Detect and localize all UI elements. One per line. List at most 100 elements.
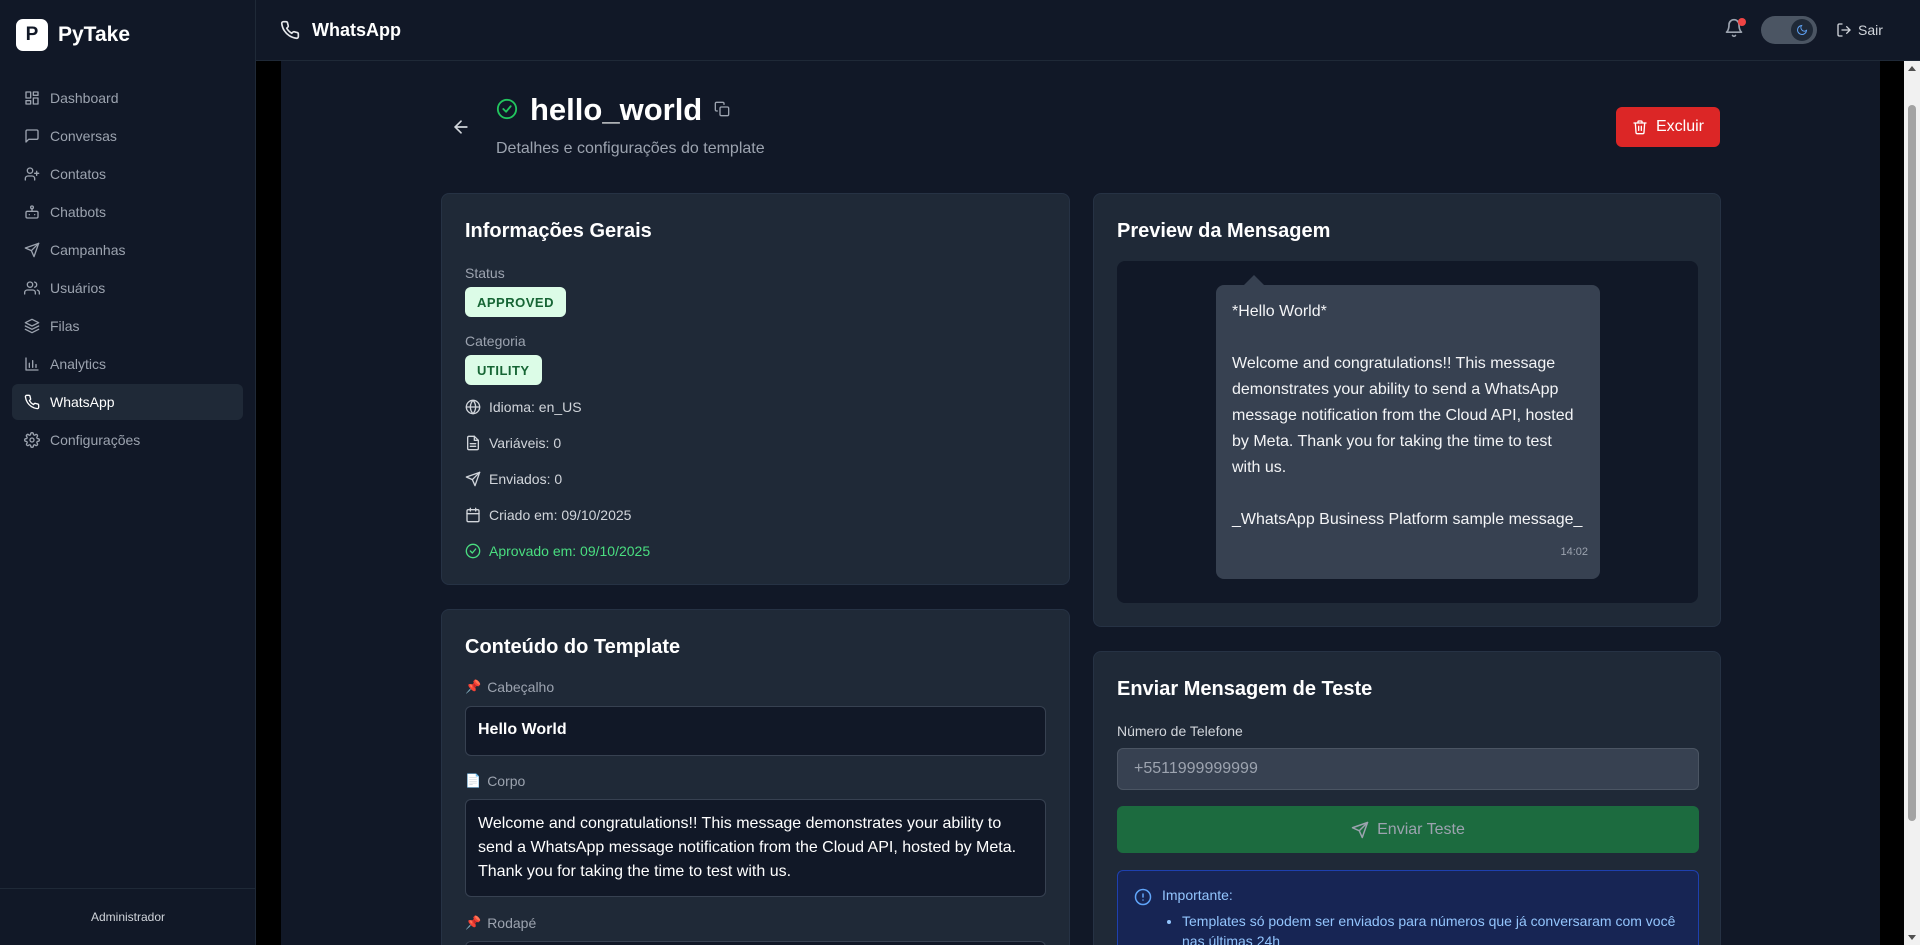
phone-input[interactable]: [1117, 748, 1699, 790]
send-icon: [1351, 821, 1369, 838]
sidebar-item-dashboard[interactable]: Dashboard: [12, 80, 243, 116]
card-title: Conteúdo do Template: [465, 636, 681, 658]
document-icon: 📄: [465, 773, 482, 788]
bubble-line: Welcome and congratulations!! This messa…: [1232, 355, 1574, 476]
back-button[interactable]: [451, 117, 471, 137]
arrow-left-icon: [454, 120, 468, 134]
delete-button[interactable]: Excluir: [1616, 107, 1720, 147]
send-test-card: Enviar Mensagem de Teste Número de Telef…: [1093, 651, 1721, 945]
variables-text: Variáveis: 0: [489, 435, 562, 451]
scroll-down-arrow[interactable]: [1908, 935, 1916, 940]
sidebar-item-chatbots[interactable]: Chatbots: [12, 194, 243, 230]
sidebar-item-label: WhatsApp: [50, 394, 115, 410]
body-value: Welcome and congratulations!! This messa…: [465, 799, 1046, 897]
notice-item: Templates só podem ser enviados para núm…: [1182, 911, 1682, 945]
page-subtitle: Detalhes e configurações do template: [496, 140, 765, 157]
sidebar-item-label: Conversas: [50, 128, 117, 144]
logout-button[interactable]: Sair: [1836, 0, 1883, 60]
check-circle-icon: [465, 543, 481, 559]
general-info-card: Informações Gerais Status APPROVED Categ…: [441, 193, 1070, 585]
content-edge-right: [1880, 61, 1904, 945]
message-preview-card: Preview da Mensagem *Hello World* Welcom…: [1093, 193, 1721, 627]
phone-icon: [24, 394, 40, 410]
users-icon: [24, 281, 40, 295]
approved-info: Aprovado em: 09/10/2025: [465, 543, 650, 559]
theme-toggle[interactable]: [1761, 16, 1817, 44]
sidebar-item-conversas[interactable]: Conversas: [12, 118, 243, 154]
category-label: Categoria: [465, 333, 526, 349]
bubble-line: [1232, 481, 1584, 507]
notice-list: Templates só podem ser enviados para núm…: [1162, 911, 1682, 945]
body-label-text: Corpo: [487, 773, 526, 789]
user-plus-icon: [24, 167, 40, 181]
preview-chat-area: *Hello World* Welcome and congratulation…: [1117, 261, 1698, 603]
moon-icon: [1791, 19, 1813, 41]
footer-section-label: 📌 Rodapé: [465, 915, 536, 931]
bubble-line: [1232, 325, 1584, 351]
sidebar-item-contatos[interactable]: Contatos: [12, 156, 243, 192]
brand-name: PyTake: [58, 23, 130, 46]
sidebar-item-whatsapp[interactable]: WhatsApp: [12, 384, 243, 420]
calendar-icon: [466, 507, 480, 523]
settings-icon: [24, 432, 40, 448]
topbar-title-text: WhatsApp: [312, 19, 401, 40]
sent-info: Enviados: 0: [465, 471, 562, 487]
send-test-button[interactable]: Enviar Teste: [1117, 806, 1699, 853]
scroll-up-arrow[interactable]: [1908, 66, 1916, 71]
topbar: WhatsApp Sair: [256, 0, 1920, 61]
layers-icon: [24, 318, 40, 334]
sidebar-item-label: Contatos: [50, 166, 107, 182]
sidebar-nav: Dashboard Conversas Contatos Chatbots Ca…: [0, 70, 255, 470]
variables-info: Variáveis: 0: [465, 435, 561, 451]
sidebar-item-usuarios[interactable]: Usuários: [12, 270, 243, 306]
language-text: Idioma: en_US: [489, 399, 582, 415]
send-test-label: Enviar Teste: [1377, 820, 1465, 838]
alert-circle-icon: [1134, 888, 1152, 909]
sidebar-item-label: Usuários: [50, 280, 106, 296]
sidebar-item-label: Campanhas: [50, 242, 126, 258]
globe-icon: [465, 399, 481, 415]
sidebar-item-campanhas[interactable]: Campanhas: [12, 232, 243, 268]
message-square-icon: [25, 129, 39, 143]
message-time: 14:02: [1560, 546, 1588, 558]
content-edge-left: [256, 61, 281, 945]
sidebar-item-filas[interactable]: Filas: [12, 308, 243, 344]
copy-icon[interactable]: [714, 101, 730, 120]
template-content-card: Conteúdo do Template 📌 Cabeçalho Hello W…: [441, 609, 1070, 945]
status-badge: APPROVED: [465, 287, 566, 317]
brand[interactable]: P PyTake: [0, 0, 255, 70]
trash-icon: [1633, 120, 1647, 135]
check-circle-icon: [496, 98, 518, 123]
approved-text: Aprovado em: 09/10/2025: [489, 543, 651, 559]
card-title: Preview da Mensagem: [1117, 220, 1331, 242]
card-title: Informações Gerais: [465, 220, 652, 242]
scrollbar[interactable]: [1904, 61, 1920, 945]
phone-icon: [280, 20, 300, 40]
sidebar-item-configuracoes[interactable]: Configurações: [12, 422, 243, 458]
sidebar-item-label: Dashboard: [50, 90, 119, 106]
bubble-line: _WhatsApp Business Platform sample messa…: [1232, 511, 1583, 528]
sidebar-user[interactable]: Administrador: [0, 888, 256, 945]
status-label: Status: [465, 265, 505, 281]
card-title: Enviar Mensagem de Teste: [1117, 678, 1373, 700]
sidebar-item-analytics[interactable]: Analytics: [12, 346, 243, 382]
scrollbar-thumb[interactable]: [1908, 105, 1916, 821]
notification-dot: [1738, 18, 1746, 26]
message-bubble: *Hello World* Welcome and congratulation…: [1216, 285, 1600, 579]
created-text: Criado em: 09/10/2025: [489, 507, 632, 523]
notifications-button[interactable]: [1724, 18, 1748, 42]
sidebar-item-label: Analytics: [50, 356, 107, 372]
brand-logo: P: [16, 19, 48, 51]
delete-label: Excluir: [1655, 118, 1704, 135]
created-info: Criado em: 09/10/2025: [465, 507, 631, 523]
pin-icon: 📌: [465, 915, 482, 930]
bar-chart-icon: [25, 357, 39, 371]
page-title: hello_world: [530, 92, 703, 127]
logout-label: Sair: [1858, 22, 1883, 38]
phone-label: Número de Telefone: [1117, 723, 1243, 739]
important-notice: Importante: Templates só podem ser envia…: [1117, 870, 1699, 945]
page-header: hello_world: [496, 92, 730, 128]
log-out-icon: [1837, 23, 1851, 37]
send-icon: [465, 471, 481, 487]
category-badge: UTILITY: [465, 355, 542, 385]
